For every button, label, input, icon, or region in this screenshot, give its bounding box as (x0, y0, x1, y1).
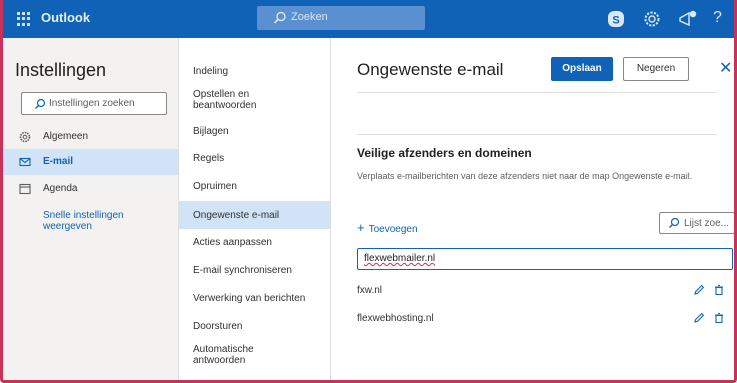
gear-icon (19, 131, 31, 143)
nav-item-label: Agenda (43, 183, 78, 194)
save-button[interactable]: Opslaan (551, 57, 613, 81)
top-bar: Outlook Zoeken S ? (3, 0, 734, 38)
submenu-item-bijlagen[interactable]: Bijlagen (179, 124, 330, 140)
list-search-placeholder: Lijst zoe... (684, 218, 730, 229)
settings-search-placeholder: Instellingen zoeken (49, 98, 135, 109)
submenu-item-label: E-mail synchroniseren (193, 265, 292, 276)
nav-item-email[interactable]: E-mail (3, 149, 178, 175)
sender-name: fxw.nl (357, 285, 383, 296)
sender-row: fxw.nl (357, 280, 733, 302)
divider (357, 134, 717, 135)
submenu-item-label: Acties aanpassen (193, 237, 272, 248)
plus-icon: + (357, 220, 365, 235)
pencil-icon[interactable] (693, 284, 705, 296)
settings-search-input[interactable]: Instellingen zoeken (21, 92, 167, 115)
gear-icon[interactable] (641, 8, 663, 30)
submenu-item-label: Verwerking van berichten (193, 293, 306, 304)
safe-senders-description: Verplaats e-mailberichten van deze afzen… (357, 171, 693, 181)
svg-text:S: S (612, 15, 619, 27)
search-icon (669, 217, 680, 228)
submenu-item-email-synchroniseren[interactable]: E-mail synchroniseren (179, 263, 330, 279)
email-settings-submenu: Indeling Opstellen en beantwoorden Bijla… (179, 38, 331, 380)
trash-icon[interactable] (713, 312, 725, 324)
submenu-item-label: Doorsturen (193, 321, 243, 332)
submenu-item-automatische-antwoorden[interactable]: Automatische antwoorden (179, 342, 330, 368)
nav-item-agenda[interactable]: Agenda (3, 176, 178, 202)
submenu-item-label: Regels (193, 153, 225, 164)
submenu-item-opstellen[interactable]: Opstellen en beantwoorden (179, 87, 330, 113)
nav-item-label: E-mail (43, 156, 74, 167)
mail-icon (19, 157, 31, 167)
discard-button[interactable]: Negeren (623, 57, 689, 81)
submenu-item-label: Indeling (193, 66, 229, 77)
submenu-item-doorsturen[interactable]: Doorsturen (179, 319, 330, 335)
add-sender-label: Toevoegen (368, 224, 418, 235)
submenu-item-acties-aanpassen[interactable]: Acties aanpassen (179, 235, 330, 251)
settings-nav-pane: Instellingen Instellingen zoeken Algemee… (3, 38, 179, 380)
search-icon (35, 98, 46, 109)
pencil-icon[interactable] (693, 312, 705, 324)
submenu-item-label: Ongewenste e-mail (193, 210, 280, 221)
calendar-icon (19, 183, 31, 195)
settings-title: Instellingen (15, 60, 107, 80)
nav-item-algemeen[interactable]: Algemeen (3, 124, 178, 150)
page-title: Ongewenste e-mail (357, 60, 504, 79)
quick-settings-link[interactable]: Snelle instellingen weergeven (43, 210, 153, 232)
skype-icon[interactable]: S (605, 8, 627, 30)
waffle-icon[interactable] (17, 12, 31, 26)
add-sender-button[interactable]: + Toevoegen (357, 220, 418, 235)
submenu-item-opruimen[interactable]: Opruimen (179, 179, 330, 195)
help-icon[interactable]: ? (713, 9, 734, 31)
list-search-input[interactable]: Lijst zoe... (659, 212, 734, 234)
submenu-item-label: Bijlagen (193, 126, 229, 137)
submenu-item-indeling[interactable]: Indeling (179, 64, 330, 80)
sender-row: flexwebhosting.nl (357, 308, 733, 330)
submenu-item-verwerking[interactable]: Verwerking van berichten (179, 291, 330, 307)
megaphone-icon[interactable] (677, 8, 699, 30)
junk-email-settings-pane: Ongewenste e-mail Opslaan Negeren ✕ Veil… (331, 38, 734, 380)
close-icon[interactable]: ✕ (719, 58, 732, 78)
new-sender-input[interactable]: flexwebmailer.nl (357, 248, 733, 270)
sender-name: flexwebhosting.nl (357, 313, 434, 324)
trash-icon[interactable] (713, 284, 725, 296)
new-sender-value: flexwebmailer.nl (364, 253, 436, 264)
submenu-item-label: Automatische antwoorden (193, 344, 254, 366)
submenu-item-regels[interactable]: Regels (179, 151, 330, 167)
global-search-box[interactable]: Zoeken (257, 6, 425, 30)
submenu-item-label: Opstellen en beantwoorden (193, 89, 257, 111)
outlook-window: Outlook Zoeken S ? Instellingen Instelli… (0, 0, 737, 383)
submenu-item-label: Opruimen (193, 181, 237, 192)
nav-item-label: Algemeen (43, 131, 89, 142)
safe-senders-heading: Veilige afzenders en domeinen (357, 146, 532, 160)
search-icon (273, 11, 286, 24)
app-name[interactable]: Outlook (41, 10, 90, 25)
global-search-placeholder: Zoeken (291, 11, 328, 23)
submenu-item-ongewenste-email[interactable]: Ongewenste e-mail (179, 201, 330, 229)
divider (357, 92, 717, 93)
